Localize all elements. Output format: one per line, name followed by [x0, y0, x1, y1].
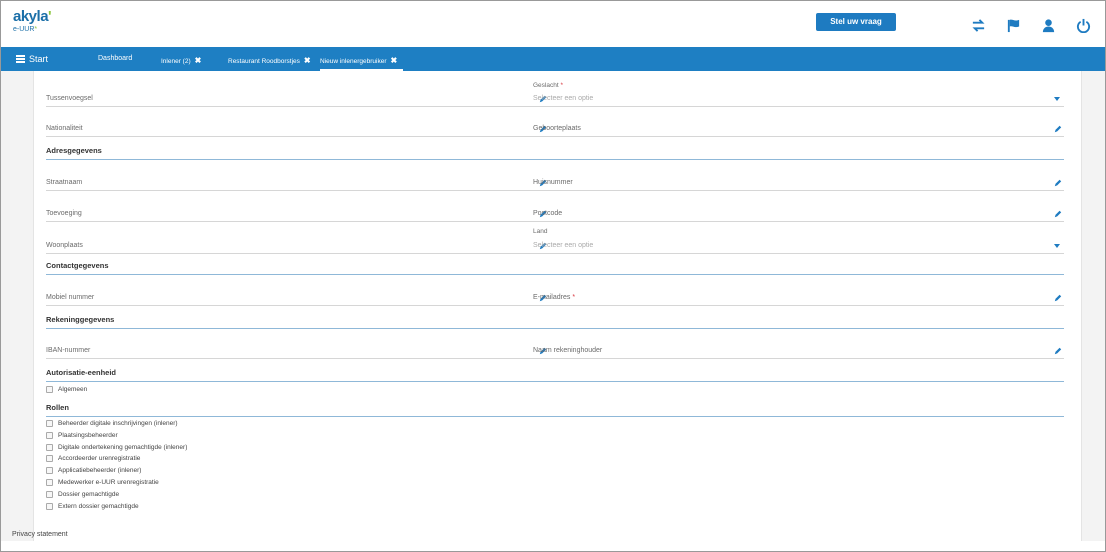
field-label: Huisnummer — [533, 179, 573, 186]
field-label: Tussenvoegsel — [46, 95, 93, 102]
pencil-icon[interactable] — [1054, 210, 1062, 218]
checkbox-label: Digitale ondertekening gemachtigde (inle… — [58, 443, 188, 451]
field-label: E-mailadres * — [533, 294, 576, 301]
hamburger-icon — [16, 54, 25, 65]
checkbox-label: Medewerker e-UUR urenregistratie — [58, 478, 159, 486]
top-icons — [971, 18, 1091, 33]
power-icon[interactable] — [1076, 18, 1091, 33]
logo-text: akyla' — [13, 8, 52, 25]
checkbox-label: Plaatsingsbeheerder — [58, 431, 118, 439]
pencil-icon[interactable] — [1054, 125, 1062, 133]
geslacht-select[interactable]: Geslacht * Selecteer een optie — [533, 82, 1064, 107]
checkbox-label: Extern dossier gemachtigde — [58, 502, 139, 510]
section-contactgegevens: Contactgegevens — [46, 261, 1064, 275]
transfer-icon[interactable] — [971, 18, 986, 33]
tab-label: Restaurant Roodborstjes — [228, 58, 300, 65]
tab-nieuw-inlenergebruiker[interactable]: Nieuw inlenergebruiker ✖ — [320, 51, 404, 71]
tab-inlener[interactable]: Inlener (2) ✖ — [161, 51, 201, 71]
mobiel-nummer-field[interactable]: Mobiel nummer — [46, 280, 549, 306]
checkbox[interactable] — [46, 502, 53, 510]
tab-restaurant[interactable]: Restaurant Roodborstjes ✖ — [228, 51, 311, 71]
checkbox-role[interactable]: Plaatsingsbeheerder — [46, 430, 118, 440]
checkbox-role[interactable]: Digitale ondertekening gemachtigde (inle… — [46, 442, 187, 452]
form-content: Tussenvoegsel Geslacht * Selecteer een o… — [33, 71, 1082, 541]
checkbox-algemeen[interactable]: Algemeen — [46, 384, 87, 394]
akyla-logo[interactable]: akyla' e-UUR* — [13, 8, 52, 34]
chevron-down-icon — [1054, 97, 1060, 101]
section-rekeninggegevens: Rekeninggegevens — [46, 315, 1064, 329]
chevron-down-icon — [1054, 244, 1060, 248]
field-label: Woonplaats — [46, 242, 83, 249]
start-label: Start — [29, 54, 49, 64]
ask-question-button[interactable]: Stel uw vraag — [816, 13, 896, 31]
section-adresgegevens: Adresgegevens — [46, 146, 1064, 160]
nationaliteit-field[interactable]: Nationaliteit — [46, 111, 549, 137]
field-label: Postcode — [533, 210, 563, 217]
nav-bar: Start Dashboard Inlener (2) ✖ Restaurant … — [1, 47, 1105, 71]
checkbox-label: Accordeerder urenregistratie — [58, 454, 141, 462]
field-label: Nationaliteit — [46, 125, 83, 132]
checkbox[interactable] — [46, 443, 53, 451]
field-label: Geboorteplaats — [533, 125, 581, 132]
field-label: Toevoeging — [46, 210, 82, 217]
close-icon[interactable]: ✖ — [195, 56, 202, 65]
select-placeholder: Selecteer een optie — [533, 242, 594, 249]
checkbox-role[interactable]: Accordeerder urenregistratie — [46, 453, 140, 463]
logo-subtext: e-UUR* — [13, 26, 38, 33]
field-label: IBAN-nummer — [46, 347, 91, 354]
field-label: Straatnaam — [46, 179, 83, 186]
pencil-icon[interactable] — [1054, 179, 1062, 187]
section-autorisatie-eenheid: Autorisatie-eenheid — [46, 368, 1064, 382]
checkbox[interactable] — [46, 490, 53, 498]
checkbox-role[interactable]: Applicatiebeheerder (inlener) — [46, 465, 141, 475]
section-rollen: Rollen — [46, 403, 1064, 417]
straatnaam-field[interactable]: Straatnaam — [46, 165, 549, 191]
checkbox[interactable] — [46, 454, 53, 462]
rekeninghouder-field[interactable]: Naam rekeninghouder — [533, 333, 1064, 359]
user-icon[interactable] — [1041, 18, 1056, 33]
tab-label: Inlener (2) — [161, 58, 191, 65]
field-label: Land — [533, 228, 548, 235]
tussenvoegsel-field[interactable]: Tussenvoegsel — [46, 82, 549, 107]
field-label: Geslacht * — [533, 82, 563, 89]
field-label: Mobiel nummer — [46, 294, 95, 301]
tab-label: Nieuw inlenergebruiker — [320, 58, 387, 65]
top-bar: akyla' e-UUR* Stel uw vraag — [1, 1, 1105, 46]
checkbox[interactable] — [46, 385, 53, 393]
flag-icon[interactable] — [1006, 18, 1021, 33]
checkbox[interactable] — [46, 466, 53, 474]
start-menu-button[interactable]: Start — [16, 47, 48, 71]
checkbox[interactable] — [46, 431, 53, 439]
left-gutter — [1, 71, 33, 541]
postcode-field[interactable]: Postcode — [533, 196, 1064, 222]
checkbox-label: Beheerder digitale inschrijvingen (inlen… — [58, 419, 178, 427]
pencil-icon[interactable] — [1054, 347, 1062, 355]
checkbox[interactable] — [46, 478, 53, 486]
checkbox-role[interactable]: Extern dossier gemachtigde — [46, 501, 139, 511]
field-label: Naam rekeninghouder — [533, 347, 603, 354]
checkbox-role[interactable]: Beheerder digitale inschrijvingen (inlen… — [46, 418, 178, 428]
checkbox-label: Applicatiebeheerder (inlener) — [58, 466, 142, 474]
select-placeholder: Selecteer een optie — [533, 95, 594, 102]
checkbox-label: Dossier gemachtigde — [58, 490, 120, 498]
checkbox-label: Algemeen — [58, 385, 88, 393]
close-icon[interactable]: ✖ — [304, 56, 311, 65]
close-icon[interactable]: ✖ — [390, 56, 397, 65]
toevoeging-field[interactable]: Toevoeging — [46, 196, 549, 222]
iban-field[interactable]: IBAN-nummer — [46, 333, 549, 359]
land-select[interactable]: Land Selecteer een optie — [533, 228, 1064, 254]
geboorteplaats-field[interactable]: Geboorteplaats — [533, 111, 1064, 137]
nav-dashboard[interactable]: Dashboard — [98, 47, 132, 71]
checkbox-role[interactable]: Dossier gemachtigde — [46, 489, 119, 499]
checkbox-role[interactable]: Medewerker e-UUR urenregistratie — [46, 477, 159, 487]
privacy-statement-link[interactable]: Privacy statement — [12, 531, 68, 538]
pencil-icon[interactable] — [1054, 294, 1062, 302]
email-field[interactable]: E-mailadres * — [533, 280, 1064, 306]
woonplaats-field[interactable]: Woonplaats — [46, 228, 549, 254]
right-gutter — [1082, 71, 1105, 541]
checkbox[interactable] — [46, 419, 53, 427]
huisnummer-field[interactable]: Huisnummer — [533, 165, 1064, 191]
